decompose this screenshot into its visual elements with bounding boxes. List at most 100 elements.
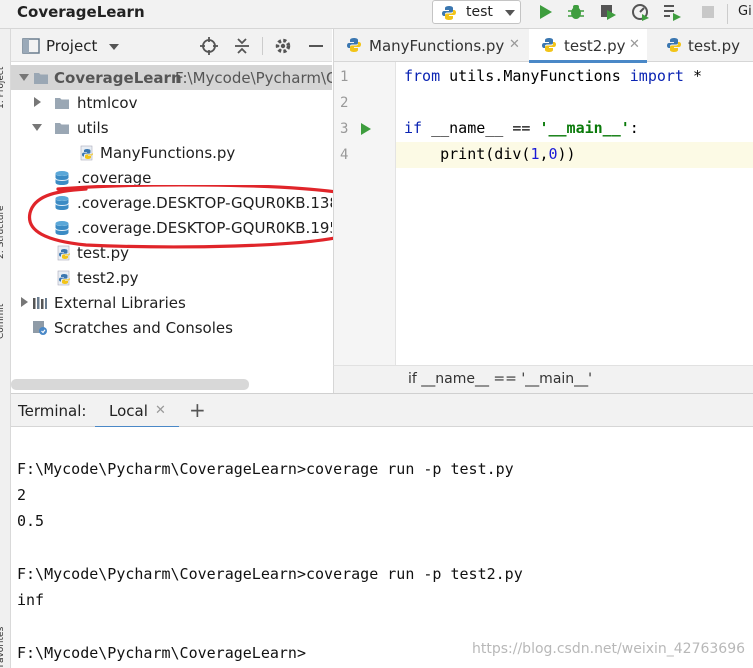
profile-icon[interactable] bbox=[630, 2, 650, 22]
project-view-selector[interactable]: Project bbox=[46, 37, 97, 55]
tree-item-test2-py[interactable]: test2.py bbox=[11, 265, 332, 290]
chevron-right-icon[interactable] bbox=[19, 297, 29, 307]
root-path: F:\Mycode\Pycharm\C bbox=[175, 69, 332, 87]
tab-test[interactable]: test.py bbox=[654, 29, 753, 62]
breadcrumb[interactable]: if __name__ == '__main__' bbox=[408, 371, 592, 387]
new-terminal-button[interactable]: + bbox=[189, 398, 206, 422]
terminal-tab-local[interactable]: Local ✕ bbox=[95, 394, 179, 429]
python-file-icon bbox=[80, 145, 93, 161]
debug-icon[interactable] bbox=[566, 2, 586, 22]
number-literal: 0 bbox=[548, 145, 558, 163]
python-icon bbox=[442, 6, 456, 20]
tree-item-coverage-data-1[interactable]: .coverage.DESKTOP-GQUR0KB.138 bbox=[11, 190, 332, 215]
close-icon[interactable]: ✕ bbox=[509, 37, 520, 52]
locate-file-icon[interactable] bbox=[199, 36, 219, 56]
terminal-title: Terminal: bbox=[18, 402, 87, 420]
python-icon bbox=[667, 38, 681, 52]
folder-icon bbox=[55, 123, 69, 134]
chevron-down-icon bbox=[505, 10, 515, 16]
terminal-line: F:\Mycode\Pycharm\CoverageLearn>coverage… bbox=[17, 460, 514, 478]
code-line-4[interactable]: print(div(1,0)) bbox=[396, 142, 753, 168]
horizontal-scrollbar[interactable] bbox=[11, 379, 249, 390]
database-icon bbox=[55, 171, 69, 185]
header-separator bbox=[262, 37, 263, 55]
concurrency-icon[interactable] bbox=[662, 2, 682, 22]
tree-item-coverage-data-2[interactable]: .coverage.DESKTOP-GQUR0KB.195 bbox=[11, 215, 332, 240]
terminal-output[interactable]: F:\Mycode\Pycharm\CoverageLearn>coverage… bbox=[11, 427, 753, 668]
code-text: )) bbox=[557, 145, 576, 163]
line-number: 1 bbox=[340, 69, 349, 85]
python-file-icon bbox=[57, 245, 70, 261]
chevron-down-icon[interactable] bbox=[32, 122, 42, 132]
folder-icon bbox=[34, 73, 48, 84]
line-number: 2 bbox=[340, 95, 349, 111]
tree-item-htmlcov[interactable]: htmlcov bbox=[11, 90, 332, 115]
main-toolbar: CoverageLearn test Gi bbox=[0, 0, 753, 29]
close-icon[interactable]: ✕ bbox=[629, 37, 640, 52]
terminal-line: 0.5 bbox=[17, 512, 45, 530]
project-header: Project bbox=[11, 29, 332, 62]
git-label[interactable]: Gi bbox=[738, 4, 752, 19]
close-icon[interactable]: ✕ bbox=[155, 403, 166, 418]
tree-item-label: CoverageLearn bbox=[54, 69, 182, 87]
tab-manyfunctions[interactable]: ManyFunctions.py ✕ bbox=[334, 29, 528, 62]
tree-item-label: .coverage.DESKTOP-GQUR0KB.138 bbox=[77, 194, 332, 212]
terminal-line: F:\Mycode\Pycharm\CoverageLearn>coverage… bbox=[17, 565, 523, 583]
tree-item-label: test2.py bbox=[77, 269, 139, 287]
tree-item-coverage[interactable]: .coverage bbox=[11, 165, 332, 190]
run-icon[interactable] bbox=[535, 2, 555, 22]
keyword: import bbox=[629, 67, 684, 85]
tree-item-label: .coverage.DESKTOP-GQUR0KB.195 bbox=[77, 219, 332, 237]
tree-item-utils[interactable]: utils bbox=[11, 115, 332, 140]
terminal-line: inf bbox=[17, 591, 45, 609]
code-text: utils.ManyFunctions bbox=[440, 67, 630, 85]
tree-item-manyfunctions[interactable]: ManyFunctions.py bbox=[11, 140, 332, 165]
editor-breadcrumb-bar: if __name__ == '__main__' bbox=[333, 365, 753, 393]
code-text: , bbox=[539, 145, 549, 163]
python-icon bbox=[542, 38, 556, 52]
run-configuration-selector[interactable]: test bbox=[432, 0, 521, 24]
toolbar-separator bbox=[727, 4, 728, 24]
editor-tab-bar: ManyFunctions.py ✕ test2.py ✕ test.py bbox=[334, 29, 753, 63]
keyword: if bbox=[404, 119, 423, 137]
code-text: __name__ == bbox=[422, 119, 540, 137]
tree-item-external-libraries[interactable]: External Libraries bbox=[11, 290, 332, 315]
active-tab-indicator bbox=[529, 60, 647, 63]
tree-item-label: ManyFunctions.py bbox=[100, 144, 236, 162]
watermark: https://blog.csdn.net/weixin_42763696 bbox=[472, 641, 746, 657]
terminal-line: 2 bbox=[17, 486, 27, 504]
tab-label: test2.py bbox=[564, 37, 626, 55]
tool-tab-commit[interactable]: Commit bbox=[0, 279, 10, 339]
tool-tab-favorites[interactable]: 2: Favorites bbox=[0, 589, 10, 668]
run-gutter-icon[interactable] bbox=[361, 123, 371, 135]
scratches-icon bbox=[33, 321, 47, 335]
chevron-right-icon[interactable] bbox=[32, 97, 42, 107]
tree-item-label: External Libraries bbox=[54, 294, 186, 312]
stop-icon[interactable] bbox=[698, 2, 718, 22]
app-title: CoverageLearn bbox=[17, 3, 145, 21]
left-tool-strip: 1: Project 2: Structure Commit 2: Favori… bbox=[0, 29, 11, 668]
tab-test2[interactable]: test2.py ✕ bbox=[529, 29, 647, 63]
library-icon bbox=[33, 297, 47, 309]
minimize-icon[interactable] bbox=[306, 36, 326, 56]
terminal-header: Terminal: Local ✕ + bbox=[11, 393, 753, 429]
run-config-label: test bbox=[466, 4, 493, 20]
folder-icon bbox=[55, 98, 69, 109]
tab-label: test.py bbox=[688, 37, 740, 55]
string-literal: '__main__' bbox=[539, 119, 630, 137]
tree-item-label: utils bbox=[77, 119, 109, 137]
editor-gutter[interactable]: 1 2 3 4 bbox=[334, 62, 396, 393]
tree-item-scratches[interactable]: Scratches and Consoles bbox=[11, 315, 332, 340]
tool-tab-structure[interactable]: 2: Structure bbox=[0, 149, 10, 260]
chevron-down-icon[interactable] bbox=[19, 72, 29, 82]
gear-icon[interactable] bbox=[273, 36, 293, 56]
collapse-all-icon[interactable] bbox=[232, 36, 252, 56]
run-with-coverage-icon[interactable] bbox=[598, 2, 618, 22]
tool-tab-project[interactable]: 1: Project bbox=[0, 39, 10, 109]
chevron-down-icon[interactable] bbox=[109, 44, 119, 50]
tree-item-root[interactable]: CoverageLearn F:\Mycode\Pycharm\C bbox=[11, 65, 332, 90]
tree-item-label: .coverage bbox=[77, 169, 152, 187]
database-icon bbox=[55, 221, 69, 235]
code-line-1[interactable]: from utils.ManyFunctions import * bbox=[404, 67, 753, 93]
tree-item-test-py[interactable]: test.py bbox=[11, 240, 332, 265]
